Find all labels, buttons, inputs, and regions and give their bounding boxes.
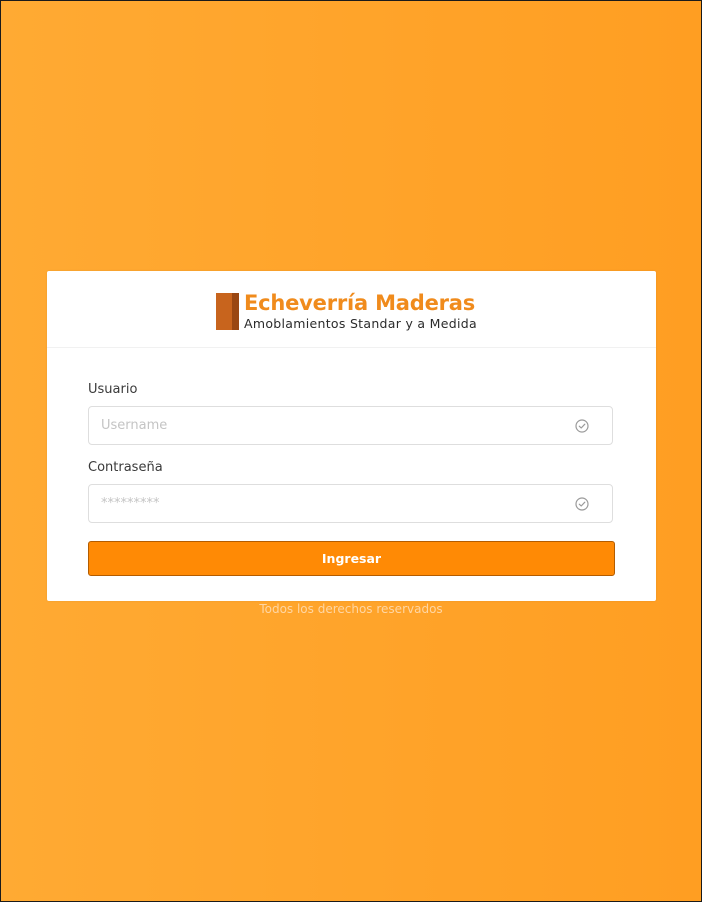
card-header: Echeverría Maderas Amoblamientos Standar… bbox=[47, 271, 656, 348]
password-field[interactable] bbox=[88, 484, 613, 523]
brand-title: Echeverría Maderas bbox=[244, 291, 476, 315]
login-card: Echeverría Maderas Amoblamientos Standar… bbox=[47, 271, 656, 601]
username-input[interactable] bbox=[89, 407, 571, 444]
check-circle-icon bbox=[575, 497, 589, 511]
login-button[interactable]: Ingresar bbox=[88, 541, 615, 576]
login-page: Echeverría Maderas Amoblamientos Standar… bbox=[0, 0, 702, 902]
check-circle-icon bbox=[575, 419, 589, 433]
logo-mark-icon bbox=[216, 293, 239, 330]
password-label: Contraseña bbox=[88, 460, 163, 475]
username-field[interactable] bbox=[88, 406, 613, 445]
brand-subtitle: Amoblamientos Standar y a Medida bbox=[244, 316, 477, 331]
password-input[interactable] bbox=[89, 485, 571, 522]
footer-text: Todos los derechos reservados bbox=[259, 602, 443, 616]
brand-logo: Echeverría Maderas Amoblamientos Standar… bbox=[216, 291, 491, 331]
username-label: Usuario bbox=[88, 382, 138, 397]
